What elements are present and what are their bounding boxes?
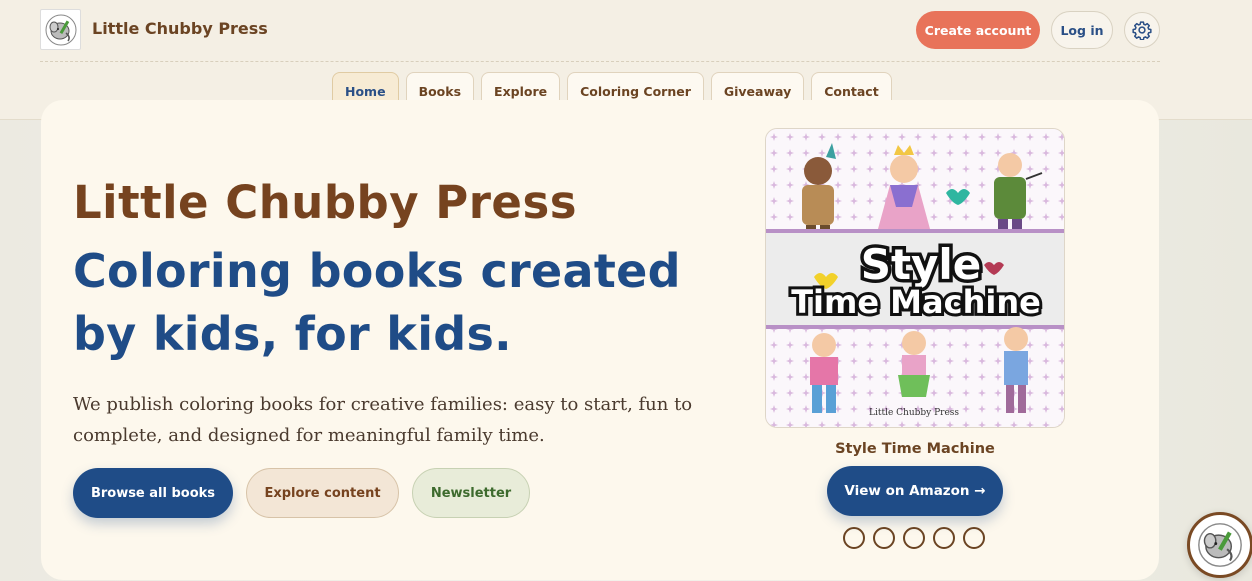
carousel-dot-5[interactable] [963, 527, 985, 549]
browse-all-books-button[interactable]: Browse all books [73, 468, 233, 518]
book-cover-image[interactable]: Style Time Machine Little Chubby Press [765, 128, 1065, 428]
hero-title: Little Chubby Press [73, 176, 578, 229]
carousel-dots [843, 527, 985, 549]
carousel-dot-2[interactable] [873, 527, 895, 549]
floating-assistant-button[interactable] [1187, 512, 1252, 578]
cover-title-line1: Style [861, 240, 982, 289]
log-in-button[interactable]: Log in [1051, 11, 1113, 49]
featured-book-title[interactable]: Style Time Machine [765, 441, 1065, 457]
gear-icon [1132, 21, 1152, 40]
brand-name[interactable]: Little Chubby Press [92, 19, 268, 38]
hero-description: We publish coloring books for creative f… [73, 394, 693, 446]
newsletter-button[interactable]: Newsletter [412, 468, 530, 518]
elephant-mascot-icon [1198, 523, 1242, 567]
cover-publisher: Little Chubby Press [869, 408, 959, 418]
book-cover-illustration: Style Time Machine Little Chubby Press [766, 129, 1064, 427]
create-account-button[interactable]: Create account [916, 11, 1040, 49]
header-divider [40, 61, 1160, 62]
elephant-logo-icon [45, 14, 76, 45]
cover-title-line2: Time Machine [791, 283, 1041, 321]
carousel-dot-3[interactable] [903, 527, 925, 549]
brand-logo[interactable] [40, 9, 81, 50]
carousel-dot-1[interactable] [843, 527, 865, 549]
carousel-dot-4[interactable] [933, 527, 955, 549]
hero-tagline: Coloring books created by kids, for kids… [73, 244, 681, 361]
settings-button[interactable] [1124, 12, 1160, 48]
view-on-amazon-button[interactable]: View on Amazon → [827, 466, 1003, 516]
explore-content-button[interactable]: Explore content [246, 468, 399, 518]
